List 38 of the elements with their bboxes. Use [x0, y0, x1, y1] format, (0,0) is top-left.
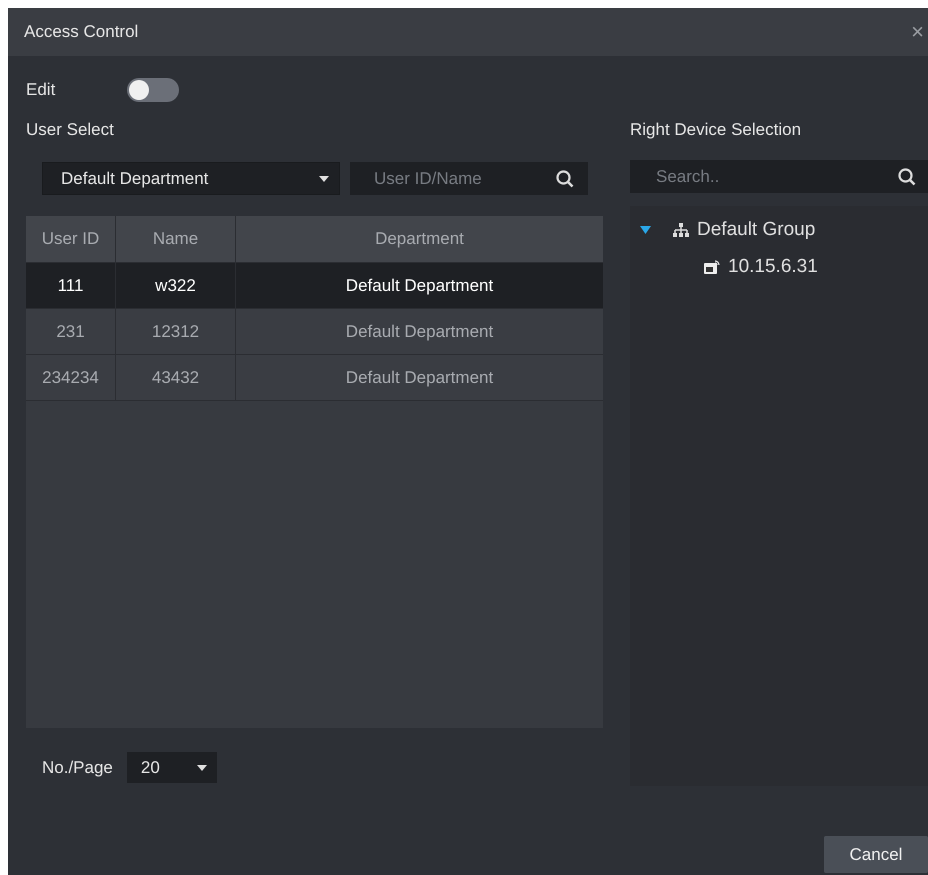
tree-item[interactable]: 10.15.6.31 — [728, 256, 818, 278]
column-header: Name — [116, 216, 236, 262]
section-label: User Select — [26, 120, 115, 140]
column-header: User ID — [26, 216, 116, 262]
table-row[interactable]: 234234 43432 Default Department — [26, 355, 603, 401]
user-search-field[interactable]: User ID/Name — [372, 168, 556, 190]
table-cell-text: Default Department — [344, 366, 494, 388]
page-size-dropdown[interactable]: 20 — [126, 752, 217, 783]
table-cell-text: Default Department — [344, 274, 494, 296]
search-bar[interactable]: User ID/Name — [350, 162, 588, 195]
hierarchy-icon — [673, 223, 689, 237]
table-cell: 43432 — [116, 355, 236, 400]
expand-arrow-icon[interactable] — [640, 226, 651, 234]
search-bar[interactable]: Search.. — [630, 160, 928, 193]
table-cell: 231 — [26, 309, 116, 354]
window-title: Access Control — [24, 22, 138, 42]
tree-item[interactable]: Default Group — [697, 219, 816, 241]
search-icon[interactable] — [556, 170, 574, 188]
table-cell-text: Default Department — [344, 320, 494, 342]
edit-label: Edit — [26, 80, 56, 100]
section-label: Right Device Selection — [630, 120, 802, 140]
table-row[interactable]: 231 12312 Default Department — [26, 309, 603, 355]
table-cell: 111 — [26, 263, 116, 308]
device-icon — [704, 260, 720, 274]
search-icon[interactable] — [898, 168, 916, 186]
department-dropdown[interactable]: Default Department — [42, 162, 340, 195]
cancel-button[interactable]: Cancel — [824, 836, 928, 873]
table-cell: 234234 — [26, 355, 116, 400]
device-search-field[interactable]: Search.. — [654, 166, 898, 188]
table-cell: 12312 — [116, 309, 236, 354]
caret-icon — [319, 176, 329, 182]
caret-icon — [196, 764, 207, 770]
edit-toggle[interactable] — [127, 78, 180, 102]
column-header: Department — [374, 228, 465, 250]
table-cell: w322 — [116, 263, 236, 308]
page-size-label: No./Page — [42, 758, 113, 778]
close-button[interactable]: × — [907, 19, 928, 45]
table-row[interactable]: 111 w322 Default Department — [26, 263, 603, 309]
